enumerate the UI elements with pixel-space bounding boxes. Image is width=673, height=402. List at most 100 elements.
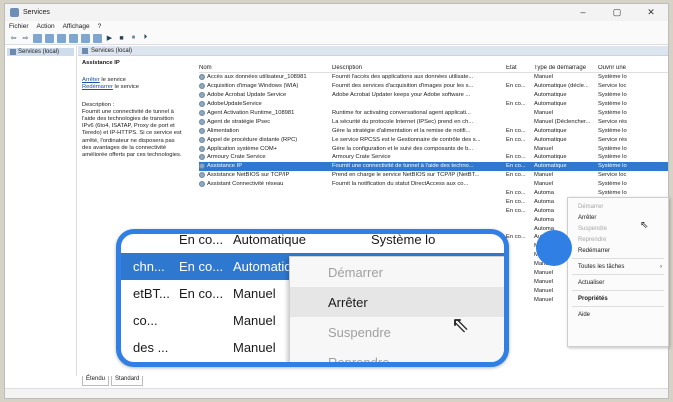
table-row[interactable]: Alimentation Gère la stratégie d'alimenta… <box>199 126 668 135</box>
context-menu-item[interactable]: Propriétés <box>568 293 668 304</box>
col-logon[interactable]: Ouvrir une <box>598 65 638 71</box>
table-cell: Automatique <box>534 127 567 134</box>
service-name: Assistance NetBIOS sur TCP/IP <box>207 172 290 179</box>
service-name: Assistance IP <box>207 163 243 170</box>
service-name: Application système COM+ <box>207 145 278 152</box>
menu-affichage[interactable]: Affichage <box>63 23 90 30</box>
stop-service-link[interactable]: Arrêter <box>82 77 100 83</box>
gear-icon <box>199 163 205 170</box>
view-icon[interactable] <box>93 33 102 43</box>
table-row[interactable]: Agent Activation Runtime_108981 Runtime f… <box>199 109 668 118</box>
table-cell: Fournit une connectivité de tunnel à l'a… <box>332 163 474 170</box>
window-title: Services <box>23 9 50 16</box>
export-icon[interactable] <box>69 33 78 43</box>
table-row[interactable]: Application système COM+ Gère la configur… <box>199 144 668 153</box>
table-row[interactable]: Agent de stratégie IPsec La sécurité du p… <box>199 117 668 126</box>
table-cell: Armoury Crate Service <box>332 154 391 161</box>
restart-service-icon[interactable]: ⏵ <box>141 34 150 43</box>
back-icon[interactable]: ⇦ <box>9 34 18 43</box>
table-cell: Système lo <box>598 181 627 188</box>
table-cell: En co... <box>506 207 526 214</box>
menu-bar: Fichier Action Affichage ? <box>5 21 668 32</box>
table-row[interactable]: AdobeUpdateService En co... Automatique Sys… <box>199 100 668 109</box>
mouse-cursor-icon: ⇖ <box>640 220 649 231</box>
col-startup-type[interactable]: Type de démarrage <box>534 65 598 71</box>
table-cell: Assistance IP <box>199 163 332 170</box>
properties-icon[interactable] <box>45 33 54 43</box>
gear-icon <box>199 83 205 90</box>
toolbar: ⇦ ⇨ ▶ ■ ⏸ ⏵ <box>5 32 668 45</box>
gear-icon <box>199 136 205 143</box>
table-cell: Gère la stratégie d'alimentation et la r… <box>332 127 471 134</box>
console-tree-icon[interactable] <box>33 33 42 43</box>
tree-node-services-local[interactable]: Services (local) <box>7 48 74 56</box>
menu-item-label: Reprendre <box>578 236 607 243</box>
menu-item-label: Démarrer <box>578 203 604 210</box>
table-row[interactable]: Adobe Acrobat Update Service Adobe Acroba… <box>199 91 668 100</box>
col-name[interactable]: Nom <box>199 65 332 71</box>
table-row[interactable]: Acquisition d'image Windows (WIA) Fournit… <box>199 82 668 91</box>
table-row[interactable]: Accès aux données utilisateur_108981 Four… <box>199 73 668 82</box>
table-cell: Appel de procédure distante (RPC) <box>199 136 332 143</box>
col-state[interactable]: État <box>506 65 534 71</box>
context-menu-item[interactable]: Actualiser <box>568 277 668 288</box>
table-cell: En co... <box>506 234 526 241</box>
context-menu-item[interactable]: Arrêter <box>568 212 668 223</box>
table-row[interactable]: Assistant Connectivité réseau Fournit la … <box>199 180 668 189</box>
table-cell: En co... <box>506 101 526 108</box>
gear-icon <box>199 181 205 188</box>
mouse-cursor-icon: ⇖ <box>451 312 470 337</box>
table-cell: Service loc <box>598 83 627 90</box>
pause-service-icon[interactable]: ⏸ <box>129 34 138 43</box>
context-menu-item[interactable]: Redémarrer <box>568 245 668 256</box>
service-name: Adobe Acrobat Update Service <box>207 92 287 99</box>
zoom-table-cell: En co... <box>179 286 224 301</box>
menu-fichier[interactable]: Fichier <box>9 23 29 30</box>
table-cell: Manuel <box>534 181 554 188</box>
status-bar <box>5 388 668 398</box>
stop-service-icon[interactable]: ■ <box>117 34 126 43</box>
help-icon[interactable] <box>81 33 90 43</box>
pane-header: Services (local) <box>78 46 668 56</box>
forward-icon[interactable]: ⇨ <box>21 34 30 43</box>
highlight-dot <box>536 230 572 266</box>
close-button[interactable]: ✕ <box>634 7 668 18</box>
table-row[interactable]: Appel de procédure distante (RPC) Le serv… <box>199 135 668 144</box>
chevron-right-icon: › <box>660 263 662 270</box>
table-header: Nom Description État Type de démarrage O… <box>199 63 668 73</box>
context-menu-item: Démarrer <box>568 201 668 212</box>
table-cell: Service rés <box>598 118 627 125</box>
table-cell: Fournit des services d'acquisition d'ima… <box>332 83 474 90</box>
context-menu-item[interactable]: Toutes les tâches › <box>568 261 668 272</box>
tab-etendu[interactable]: Étendu <box>82 376 110 386</box>
context-menu-item: Suspendre <box>568 223 668 234</box>
tab-standard[interactable]: Standard <box>111 376 144 386</box>
gear-icon <box>199 92 205 99</box>
refresh-icon[interactable] <box>57 33 66 43</box>
context-menu-item[interactable]: Aide <box>568 309 668 320</box>
menu-action[interactable]: Action <box>37 23 55 30</box>
table-cell: Adobe Acrobat Update Service <box>199 92 332 99</box>
table-cell: En co... <box>506 198 526 205</box>
menu-separator <box>572 306 664 307</box>
zoom-table-cell: En co... <box>179 232 224 247</box>
table-row[interactable]: Armoury Crate Service Armoury Crate Servi… <box>199 153 668 162</box>
table-cell: Automa <box>534 190 554 197</box>
table-cell: Service loc <box>598 172 627 179</box>
services-app-icon <box>10 8 19 17</box>
col-description[interactable]: Description <box>332 65 506 71</box>
menu-help[interactable]: ? <box>98 23 102 30</box>
zoom-table-cell: En co... <box>179 259 224 274</box>
restart-service-link[interactable]: Redémarrer <box>82 84 113 90</box>
table-cell: Accès aux données utilisateur_108981 <box>199 74 332 81</box>
description-label: Description : <box>82 101 115 108</box>
maximize-button[interactable]: ▢ <box>600 7 634 18</box>
gear-icon <box>199 118 205 125</box>
table-row[interactable]: Assistance NetBIOS sur TCP/IP Prend en ch… <box>199 171 668 180</box>
gear-icon <box>199 101 205 108</box>
table-row[interactable]: Assistance IP Fournit une connectivité de… <box>199 161 668 171</box>
minimize-button[interactable]: – <box>566 7 600 18</box>
zoom-context-menu: Démarrer Arrêter Suspendre Reprendre <box>289 256 504 362</box>
start-service-icon[interactable]: ▶ <box>105 34 114 43</box>
zoom-callout: En co...Automades ...Manuelco...Manuelet… <box>116 229 509 367</box>
